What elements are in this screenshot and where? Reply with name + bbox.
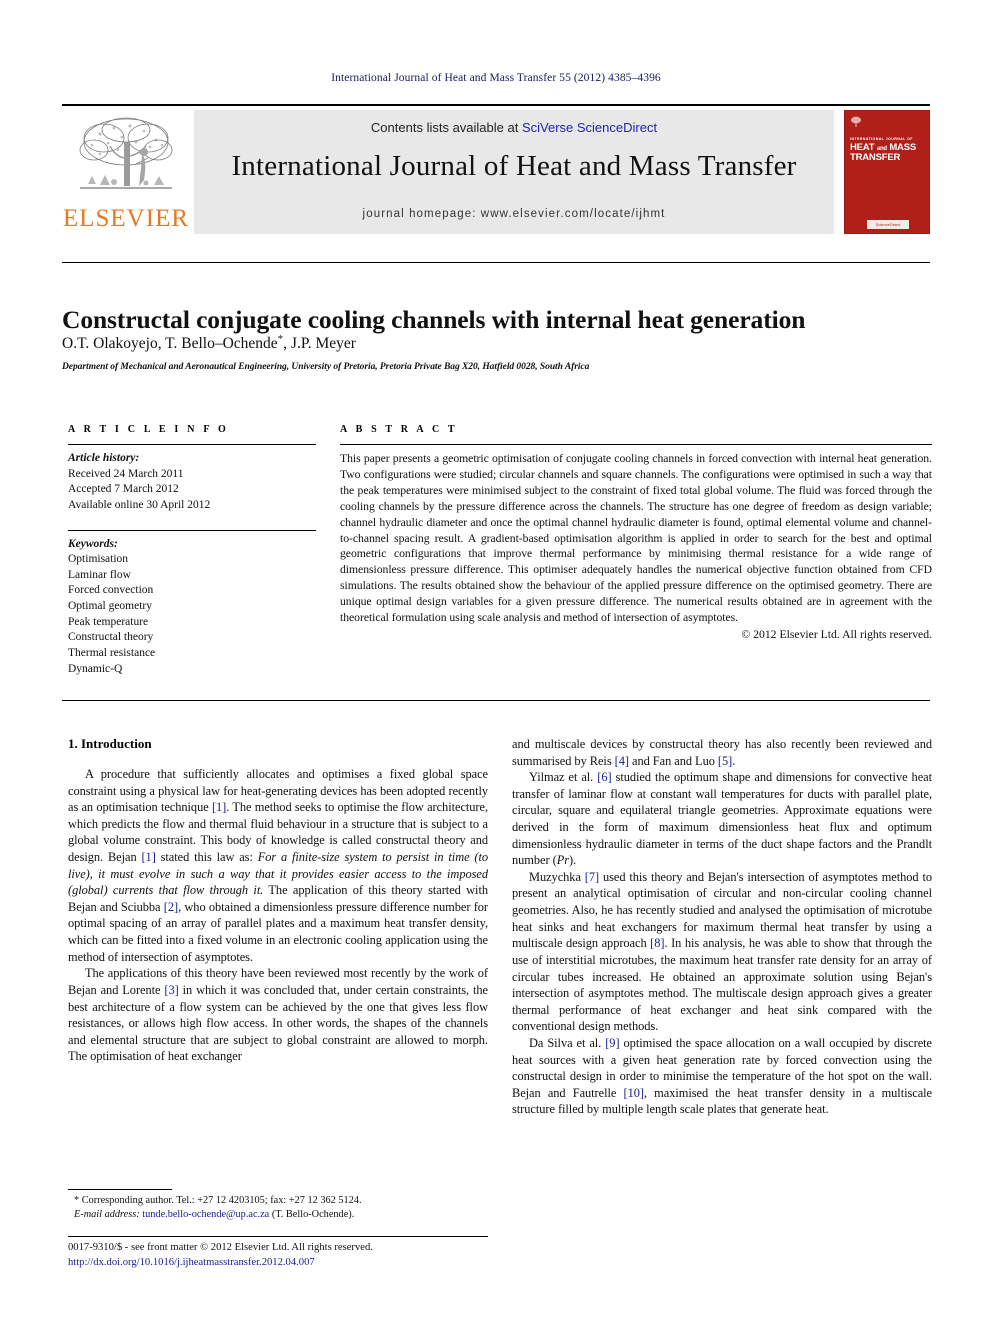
cover-kicker: INTERNATIONAL JOURNAL OF <box>850 137 913 141</box>
doi-link[interactable]: http://dx.doi.org/10.1016/j.ijheatmasstr… <box>68 1256 498 1271</box>
journal-cover-thumbnail: INTERNATIONAL JOURNAL OF HEAT and MASS T… <box>844 110 930 234</box>
citation-link[interactable]: [5] <box>718 754 732 768</box>
body-paragraph: Muzychka [7] used this theory and Bejan'… <box>512 869 932 1035</box>
paragraph-text: Da Silva et al. <box>529 1035 606 1050</box>
body-paragraph: Da Silva et al. [9] optimised the space … <box>512 1035 932 1118</box>
paragraph-text: Yilmaz et al. <box>529 770 598 785</box>
emphasis-text: Pr <box>556 853 569 868</box>
right-paragraphs: and multiscale devices by constructal th… <box>512 736 932 1118</box>
corresponding-author-footnote: * Corresponding author. Tel.: +27 12 420… <box>68 1194 488 1222</box>
article-history: Article history: Received 24 March 2011 … <box>68 451 316 514</box>
cover-footer-label: ScienceDirect <box>875 222 901 227</box>
citation-link[interactable]: [1] <box>141 850 155 864</box>
citation-link[interactable]: [6] <box>597 770 611 784</box>
keywords-label: Keywords: <box>68 537 118 550</box>
paragraph-text: . <box>732 753 736 768</box>
article-info-heading: A R T I C L E I N F O <box>68 424 229 435</box>
history-item: Accepted 7 March 2012 <box>68 483 179 496</box>
contents-prefix: Contents lists available at <box>370 120 522 135</box>
paragraph-text: ). <box>568 853 577 868</box>
title-divider <box>62 262 930 263</box>
contents-lists-line: Contents lists available at SciVerse Sci… <box>194 120 834 135</box>
keyword-item: Constructal theory <box>68 631 154 644</box>
section-heading-introduction: 1. Introduction <box>68 736 152 751</box>
keyword-item: Dynamic-Q <box>68 662 123 675</box>
cover-elsevier-tree-icon <box>851 116 861 127</box>
elsevier-wordmark: ELSEVIER <box>62 205 190 232</box>
issn-copyright-block: 0017-9310/$ - see front matter © 2012 El… <box>68 1241 498 1270</box>
keywords-list: Keywords: Optimisation Laminar flow Forc… <box>68 537 316 678</box>
footnote-rule <box>68 1189 172 1190</box>
footnote-line-1: * Corresponding author. Tel.: +27 12 420… <box>68 1194 488 1208</box>
citation-link[interactable]: [4] <box>615 754 629 768</box>
footnote-line-2: E-mail address: tunde.bello-ochende@up.a… <box>68 1208 488 1222</box>
citation-link[interactable]: [8] <box>650 936 664 950</box>
page-title: Constructal conjugate cooling channels w… <box>62 305 806 335</box>
authors-tail: , J.P. Meyer <box>283 335 356 353</box>
body-paragraph: The applications of this theory have bee… <box>68 965 488 1065</box>
elsevier-logo: ELSEVIER <box>62 110 190 234</box>
journal-homepage-link[interactable]: journal homepage: www.elsevier.com/locat… <box>194 208 834 220</box>
body-paragraph: Yilmaz et al. [6] studied the optimum sh… <box>512 769 932 869</box>
email-owner: (T. Bello-Ochende). <box>271 1209 355 1220</box>
issn-rule <box>68 1236 488 1237</box>
history-item: Received 24 March 2011 <box>68 467 184 480</box>
banner-center-panel: Contents lists available at SciVerse Sci… <box>194 110 834 234</box>
abstract-column: A B S T R A C T This paper presents a ge… <box>340 424 932 641</box>
sciencedirect-link[interactable]: SciVerse ScienceDirect <box>522 120 657 135</box>
paragraph-text: and Fan and Luo <box>628 753 718 768</box>
keyword-item: Peak temperature <box>68 615 149 628</box>
journal-title: International Journal of Heat and Mass T… <box>231 150 797 182</box>
body-divider <box>62 700 930 701</box>
elsevier-tree-icon <box>70 112 182 204</box>
email-address-label: E-mail address: <box>74 1209 140 1220</box>
paragraph-text: Muzychka <box>529 869 585 884</box>
cover-title: HEAT and MASS TRANSFER <box>850 143 928 163</box>
authors-head: O.T. Olakoyejo, T. Bello–Ochende <box>62 335 278 353</box>
journal-banner: ELSEVIER Contents lists available at Sci… <box>62 104 930 234</box>
running-head: International Journal of Heat and Mass T… <box>331 72 661 84</box>
paragraph-text: stated this law as: <box>155 850 258 865</box>
citation-link[interactable]: [3] <box>164 983 178 997</box>
abstract-heading: A B S T R A C T <box>340 424 458 435</box>
history-item: Available online 30 April 2012 <box>68 498 211 511</box>
paragraph-text: . In his analysis, he was able to show t… <box>512 936 933 1034</box>
email-link[interactable]: tunde.bello-ochende@up.ac.za <box>142 1209 269 1220</box>
article-info-rule <box>68 444 316 445</box>
left-paragraphs: A procedure that sufficiently allocates … <box>68 766 488 1065</box>
keyword-item: Thermal resistance <box>68 646 156 659</box>
paper-page: International Journal of Heat and Mass T… <box>0 0 992 1323</box>
abstract-rule <box>340 444 932 445</box>
citation-link[interactable]: [2] <box>164 900 178 914</box>
keyword-item: Optimisation <box>68 553 129 566</box>
citation-link[interactable]: [10] <box>624 1086 645 1100</box>
abstract-body: This paper presents a geometric optimisa… <box>340 452 932 625</box>
issn-line: 0017-9310/$ - see front matter © 2012 El… <box>68 1242 373 1253</box>
body-column-right: and multiscale devices by constructal th… <box>512 736 932 1118</box>
author-list: O.T. Olakoyejo, T. Bello–Ochende*, J.P. … <box>62 333 930 353</box>
footnote-contact: Corresponding author. Tel.: +27 12 42031… <box>81 1195 362 1206</box>
keyword-item: Laminar flow <box>68 568 131 581</box>
citation-link[interactable]: [9] <box>605 1036 619 1050</box>
footnote-star: * <box>74 1195 80 1206</box>
keyword-item: Optimal geometry <box>68 600 152 612</box>
article-info-column: A R T I C L E I N F O Article history: R… <box>68 424 316 677</box>
keywords-rule <box>68 529 316 531</box>
keyword-item: Forced convection <box>68 584 154 597</box>
cover-line3: TRANSFER <box>850 151 901 163</box>
body-paragraph: A procedure that sufficiently allocates … <box>68 766 488 965</box>
article-history-label: Article history: <box>68 452 140 464</box>
citation-link[interactable]: [1] <box>212 800 226 814</box>
body-column-left: 1. Introduction A procedure that suffici… <box>68 736 488 1065</box>
citation-link[interactable]: [7] <box>585 870 599 884</box>
affiliation: Department of Mechanical and Aeronautica… <box>62 362 590 372</box>
body-paragraph: and multiscale devices by constructal th… <box>512 736 932 769</box>
abstract-copyright: © 2012 Elsevier Ltd. All rights reserved… <box>741 627 932 641</box>
